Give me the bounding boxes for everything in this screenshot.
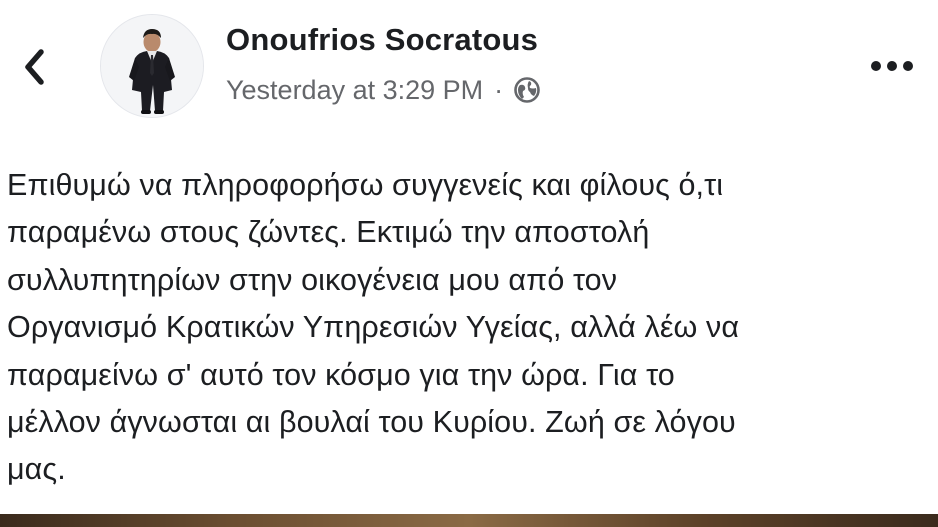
meta-separator: · [494, 74, 504, 105]
avatar[interactable] [100, 14, 204, 118]
profile-photo [101, 15, 203, 117]
post-header: Onoufrios Socratous Yesterday at 3:29 PM… [0, 0, 938, 135]
globe-icon[interactable] [512, 75, 542, 105]
attached-media-preview[interactable] [0, 514, 938, 527]
author-name[interactable]: Onoufrios Socratous [226, 22, 538, 58]
post-timestamp[interactable]: Yesterday at 3:29 PM [226, 75, 483, 106]
post-text: Επιθυμώ να πληροφορήσω συγγενείς και φίλ… [7, 168, 740, 487]
back-button[interactable] [12, 42, 56, 92]
more-horizontal-icon [871, 61, 913, 71]
more-options-button[interactable] [860, 46, 924, 86]
post-meta: Yesterday at 3:29 PM · [226, 72, 542, 108]
chevron-left-icon [25, 49, 44, 85]
